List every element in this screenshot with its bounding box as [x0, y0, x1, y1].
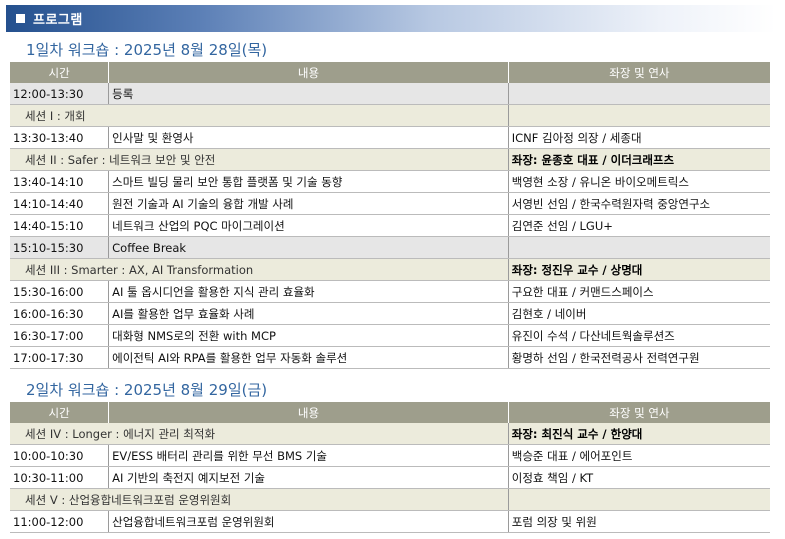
header-chair: 좌장 및 연사 — [508, 402, 770, 423]
talk-row: 16:00-16:30 AI를 활용한 업무 효율화 사례 김현호 / 네이버 — [10, 302, 770, 325]
day1-title: 1일차 워크숍 : 2025년 8월 28일(목) — [26, 41, 268, 59]
talk-row: 14:40-15:10 네트워크 산업의 PQC 마이그레이션 김연준 선임 / L… — [10, 214, 770, 237]
time-cell: 13:30-13:40 — [10, 126, 110, 149]
content-cell: AI 툴 옵시디언을 활용한 지식 관리 효율화 — [108, 280, 509, 303]
content-cell: 스마트 빌딩 물리 보안 통합 플랫폼 및 기술 동향 — [108, 170, 509, 193]
time-cell: 12:00-13:30 — [10, 83, 110, 105]
content-cell: 네트워크 산업의 PQC 마이그레이션 — [108, 214, 509, 237]
speaker-cell: ICNF 김아정 의장 / 세종대 — [508, 126, 770, 149]
speaker-cell: 백승준 대표 / 에어포인트 — [508, 444, 770, 467]
registration-row: 12:00-13:30 등록 — [10, 83, 770, 105]
session-header-row: 세션 V : 산업융합네트워크포럼 운영위원회 — [10, 488, 770, 511]
content-cell: 등록 — [108, 83, 509, 105]
speaker-cell — [508, 236, 770, 259]
day2-schedule-table: 시간 내용 좌장 및 연사 세션 IV : Longer : 에너지 관리 최적… — [10, 402, 770, 533]
session-chair: 좌장: 윤종호 대표 / 이더크래프츠 — [507, 148, 770, 171]
talk-row: 15:30-16:00 AI 툴 옵시디언을 활용한 지식 관리 효율화 구요한 대… — [10, 280, 770, 303]
speaker-cell: 서영빈 선임 / 한국수력원자력 중앙연구소 — [508, 192, 770, 215]
session-header-row: 세션 I : 개회 — [10, 104, 770, 127]
session-chair — [507, 488, 770, 511]
time-cell: 14:10-14:40 — [10, 192, 110, 215]
session-chair: 좌장: 정진우 교수 / 상명대 — [507, 258, 770, 281]
talk-row: 16:30-17:00 대화형 NMS로의 전환 with MCP 유진이 수석 /… — [10, 324, 770, 347]
content-cell: 에이전틱 AI와 RPA를 활용한 업무 자동화 솔루션 — [108, 346, 509, 369]
square-bullet-icon — [16, 14, 25, 23]
session-chair — [507, 104, 770, 127]
time-cell: 14:40-15:10 — [10, 214, 110, 237]
header-content: 내용 — [108, 402, 509, 423]
session-label: 세션 II : Safer : 네트워크 보안 및 안전 — [10, 148, 509, 171]
speaker-cell — [508, 83, 770, 105]
session-label: 세션 V : 산업융합네트워크포럼 운영위원회 — [10, 488, 509, 511]
session-header-row: 세션 II : Safer : 네트워크 보안 및 안전 좌장: 윤종호 대표 /… — [10, 148, 770, 171]
speaker-cell: 백영현 소장 / 유니온 바이오메트릭스 — [508, 170, 770, 193]
time-cell: 13:40-14:10 — [10, 170, 110, 193]
speaker-cell: 김현호 / 네이버 — [508, 302, 770, 325]
content-cell: EV/ESS 배터리 관리를 위한 무선 BMS 기술 — [108, 444, 509, 467]
section-title: 프로그램 — [33, 13, 83, 28]
time-cell: 10:30-11:00 — [10, 466, 110, 489]
speaker-cell: 유진이 수석 / 다산네트웍솔루션즈 — [508, 324, 770, 347]
talk-row: 10:30-11:00 AI 기반의 축전지 예지보전 기술 이정효 책임 / KT — [10, 466, 770, 489]
talk-row: 13:30-13:40 인사말 및 환영사 ICNF 김아정 의장 / 세종대 — [10, 126, 770, 149]
content-cell: AI를 활용한 업무 효율화 사례 — [108, 302, 509, 325]
header-content: 내용 — [108, 62, 509, 83]
time-cell: 15:30-16:00 — [10, 280, 110, 303]
speaker-cell: 김연준 선임 / LGU+ — [508, 214, 770, 237]
speaker-cell: 황명하 선임 / 한국전력공사 전력연구원 — [508, 346, 770, 369]
section-banner: 프로그램 — [6, 5, 776, 32]
time-cell: 11:00-12:00 — [10, 510, 110, 533]
talk-row: 17:00-17:30 에이전틱 AI와 RPA를 활용한 업무 자동화 솔루션 황… — [10, 346, 770, 369]
session-label: 세션 I : 개회 — [10, 104, 509, 127]
time-cell: 17:00-17:30 — [10, 346, 110, 369]
content-cell: 산업융합네트워크포럼 운영위원회 — [108, 510, 509, 533]
talk-row: 13:40-14:10 스마트 빌딩 물리 보안 통합 플랫폼 및 기술 동향 백영… — [10, 170, 770, 193]
speaker-cell: 포럼 의장 및 위원 — [508, 510, 770, 533]
time-cell: 15:10-15:30 — [10, 236, 110, 259]
talk-row: 14:10-14:40 원전 기술과 AI 기술의 융합 개발 사례 서영빈 선임 … — [10, 192, 770, 215]
content-cell: 대화형 NMS로의 전환 with MCP — [108, 324, 509, 347]
header-chair: 좌장 및 연사 — [508, 62, 770, 83]
session-header-row: 세션 III : Smarter : AX, AI Transformation… — [10, 258, 770, 281]
time-cell: 10:00-10:30 — [10, 444, 110, 467]
day1-schedule-table: 시간 내용 좌장 및 연사 12:00-13:30 등록 세션 I : 개회 13:3… — [10, 62, 770, 369]
talk-row: 10:00-10:30 EV/ESS 배터리 관리를 위한 무선 BMS 기술 백승… — [10, 444, 770, 467]
time-cell: 16:30-17:00 — [10, 324, 110, 347]
content-cell: 인사말 및 환영사 — [108, 126, 509, 149]
session-header-row: 세션 IV : Longer : 에너지 관리 최적화 좌장: 최진식 교수 / … — [10, 423, 770, 445]
session-label: 세션 IV : Longer : 에너지 관리 최적화 — [10, 423, 509, 445]
day2-title: 2일차 워크숍 : 2025년 8월 29일(금) — [26, 381, 268, 399]
speaker-cell: 구요한 대표 / 커맨드스페이스 — [508, 280, 770, 303]
time-cell: 16:00-16:30 — [10, 302, 110, 325]
speaker-cell: 이정효 책임 / KT — [508, 466, 770, 489]
break-row: 15:10-15:30 Coffee Break — [10, 236, 770, 259]
content-cell: Coffee Break — [108, 236, 509, 259]
session-label: 세션 III : Smarter : AX, AI Transformation — [10, 258, 509, 281]
talk-row: 11:00-12:00 산업융합네트워크포럼 운영위원회 포럼 의장 및 위원 — [10, 510, 770, 533]
header-time: 시간 — [10, 62, 110, 83]
content-cell: 원전 기술과 AI 기술의 융합 개발 사례 — [108, 192, 509, 215]
session-chair: 좌장: 최진식 교수 / 한양대 — [507, 423, 770, 445]
header-time: 시간 — [10, 402, 110, 423]
content-cell: AI 기반의 축전지 예지보전 기술 — [108, 466, 509, 489]
